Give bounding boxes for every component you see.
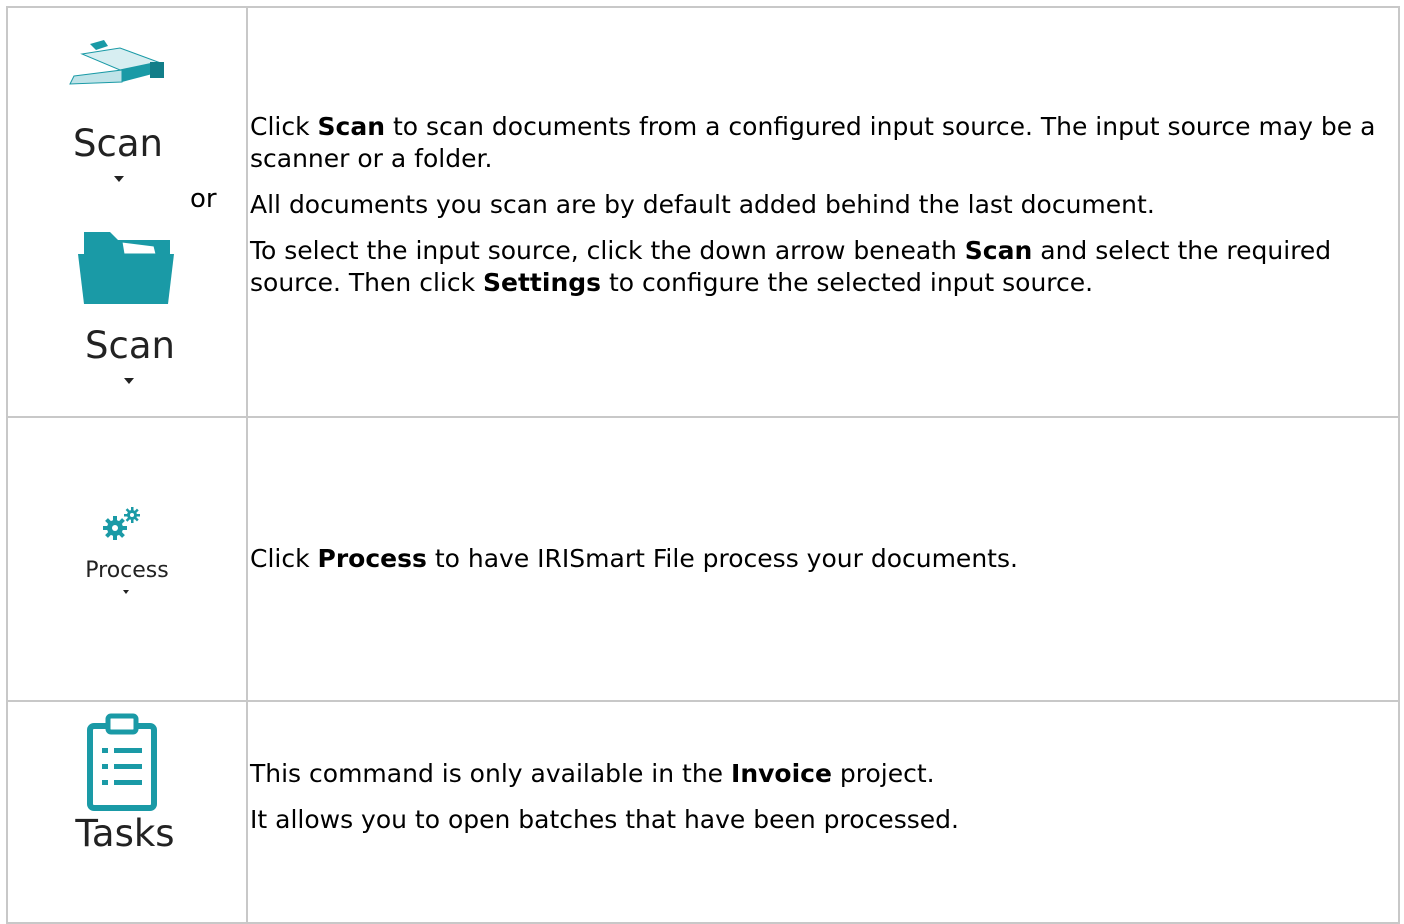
icon-cell: Scan or Scan xyxy=(6,6,248,418)
icon-cell: Tasks xyxy=(6,700,248,924)
scan-folder-label[interactable]: Scan xyxy=(68,324,192,367)
scan-description-para-1: Click Scan to scan documents from a conf… xyxy=(250,112,1376,173)
gears-icon[interactable] xyxy=(102,506,142,542)
description-cell: This command is only available in the In… xyxy=(246,700,1400,924)
chevron-down-icon[interactable] xyxy=(124,378,134,384)
scan-description-para-3: To select the input source, click the do… xyxy=(250,236,1332,297)
scanner-icon[interactable] xyxy=(60,38,168,88)
table-row: Scan or Scan Click Scan to scan document… xyxy=(6,6,1400,418)
tasks-description-para-1: This command is only available in the In… xyxy=(250,759,935,788)
description-cell: Click Process to have IRISmart File proc… xyxy=(246,416,1400,702)
process-label[interactable]: Process xyxy=(72,558,182,583)
clipboard-list-icon[interactable] xyxy=(86,712,158,812)
folder-icon[interactable] xyxy=(76,224,176,306)
icon-cell: Process xyxy=(6,416,248,702)
process-description-para: Click Process to have IRISmart File proc… xyxy=(250,544,1018,573)
table-row: Tasks This command is only available in … xyxy=(6,700,1400,924)
tasks-label[interactable]: Tasks xyxy=(70,812,180,855)
scan-label[interactable]: Scan xyxy=(60,122,176,165)
chevron-down-icon[interactable] xyxy=(114,176,124,182)
tasks-description-para-2: It allows you to open batches that have … xyxy=(250,805,959,834)
description-cell: Click Scan to scan documents from a conf… xyxy=(246,6,1400,418)
or-text: or xyxy=(190,184,217,214)
scan-description-para-2: All documents you scan are by default ad… xyxy=(250,190,1155,219)
help-table: Scan or Scan Click Scan to scan document… xyxy=(6,6,1400,924)
chevron-down-icon[interactable] xyxy=(123,590,129,594)
table-row: Process Click Process to have IRISmart F… xyxy=(6,416,1400,702)
